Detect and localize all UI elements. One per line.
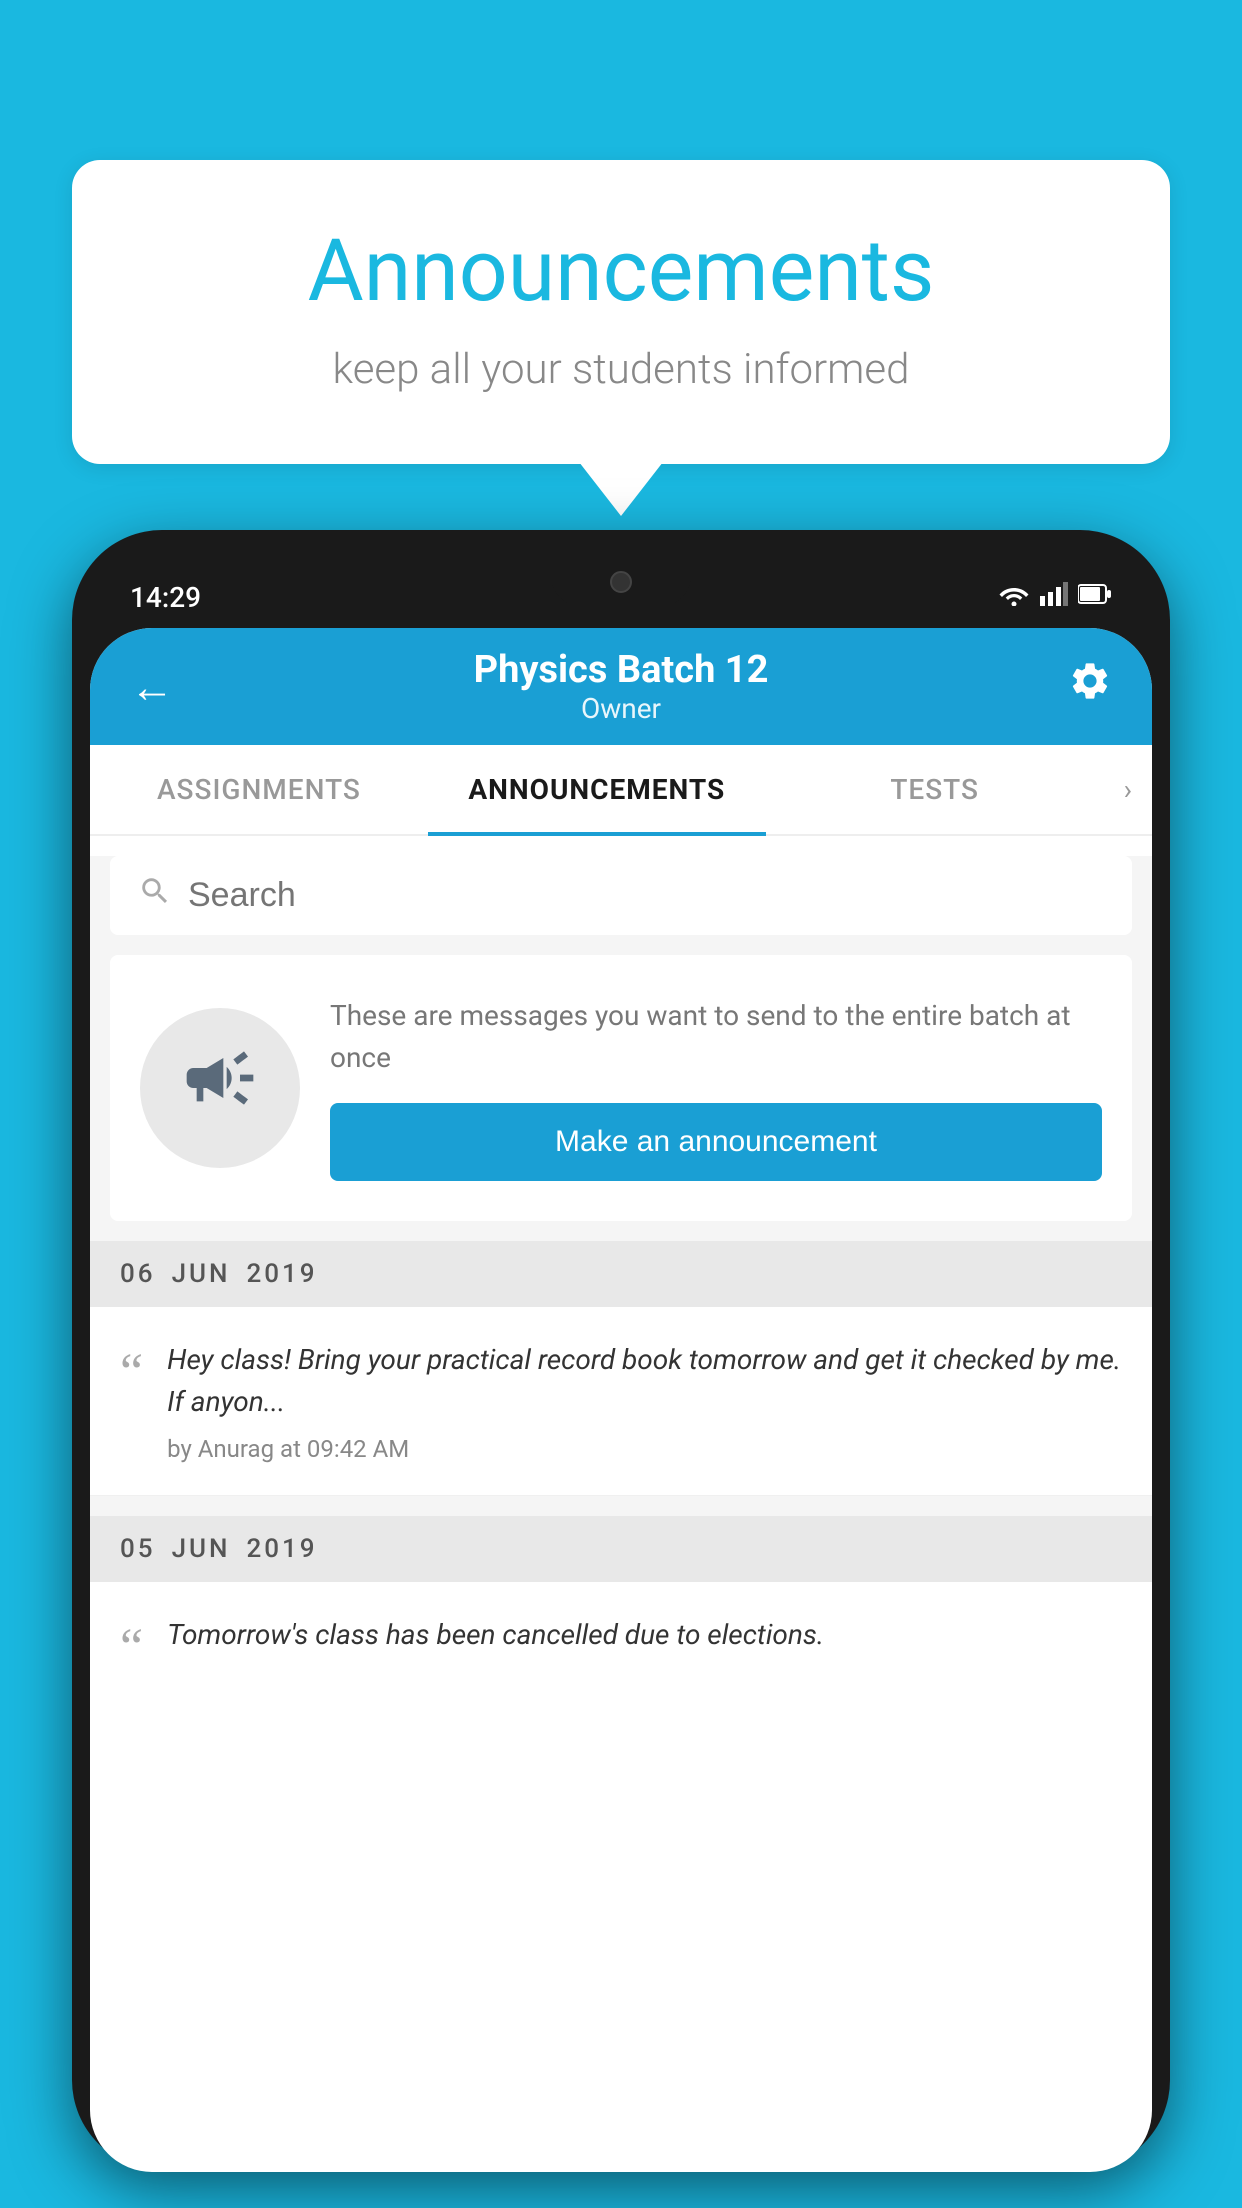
announcement-message-1: Hey class! Bring your practical record b… [167, 1339, 1122, 1423]
announcement-meta-1: by Anurag at 09:42 AM [167, 1435, 1122, 1463]
search-bar[interactable] [110, 856, 1132, 935]
tab-tests[interactable]: TESTS [766, 745, 1104, 834]
status-icons [998, 582, 1112, 612]
megaphone-circle [140, 1008, 300, 1168]
phone-screen: ← Physics Batch 12 Owner ASSIGNMENTS ANN… [90, 628, 1152, 2172]
date-separator-2: 05 JUN 2019 [90, 1516, 1152, 1582]
speech-bubble: Announcements keep all your students inf… [72, 160, 1170, 464]
megaphone-icon [180, 1038, 260, 1138]
app-bar: ← Physics Batch 12 Owner [90, 628, 1152, 745]
status-bar: 14:29 [90, 558, 1152, 628]
wifi-icon [998, 582, 1030, 612]
make-announcement-button[interactable]: Make an announcement [330, 1103, 1102, 1181]
announcement-text-1: Hey class! Bring your practical record b… [167, 1339, 1122, 1463]
content-area: These are messages you want to send to t… [90, 856, 1152, 1706]
announcement-description: These are messages you want to send to t… [330, 995, 1102, 1079]
announcement-text-2: Tomorrow's class has been cancelled due … [167, 1614, 1122, 1668]
back-button[interactable]: ← [130, 661, 174, 713]
announcement-right: These are messages you want to send to t… [330, 995, 1102, 1181]
phone-notch [551, 558, 691, 606]
announcement-message-2: Tomorrow's class has been cancelled due … [167, 1614, 1122, 1656]
speech-bubble-tail [579, 462, 663, 516]
speech-bubble-title: Announcements [152, 220, 1090, 321]
signal-icon [1040, 582, 1068, 612]
date-separator-1: 06 JUN 2019 [90, 1241, 1152, 1307]
search-input[interactable] [188, 876, 1104, 915]
tab-more[interactable]: › [1104, 745, 1152, 834]
tabs-bar: ASSIGNMENTS ANNOUNCEMENTS TESTS › [90, 745, 1152, 836]
phone-camera [610, 571, 632, 593]
battery-icon [1078, 583, 1112, 611]
phone-frame: 14:29 [72, 530, 1170, 2170]
date-month-2: JUN [172, 1534, 231, 1564]
date-day-1: 06 [120, 1259, 156, 1289]
tab-announcements[interactable]: ANNOUNCEMENTS [428, 745, 766, 834]
speech-bubble-section: Announcements keep all your students inf… [72, 160, 1170, 516]
app-bar-center: Physics Batch 12 Owner [474, 648, 769, 725]
date-year-2: 2019 [246, 1534, 317, 1564]
app-bar-title: Physics Batch 12 [474, 648, 769, 692]
search-icon [138, 874, 172, 917]
announcement-prompt: These are messages you want to send to t… [110, 955, 1132, 1221]
date-year-1: 2019 [246, 1259, 317, 1289]
app-bar-subtitle: Owner [474, 692, 769, 725]
tab-assignments[interactable]: ASSIGNMENTS [90, 745, 428, 834]
phone-device: 14:29 [72, 530, 1170, 2208]
speech-bubble-subtitle: keep all your students informed [152, 345, 1090, 394]
date-month-1: JUN [172, 1259, 231, 1289]
date-day-2: 05 [120, 1534, 156, 1564]
status-time: 14:29 [130, 581, 201, 614]
quote-icon-1: “ [120, 1347, 143, 1399]
announcement-item-2[interactable]: “ Tomorrow's class has been cancelled du… [90, 1582, 1152, 1706]
quote-icon-2: “ [120, 1622, 143, 1674]
announcement-item-1[interactable]: “ Hey class! Bring your practical record… [90, 1307, 1152, 1496]
settings-button[interactable] [1068, 659, 1112, 714]
